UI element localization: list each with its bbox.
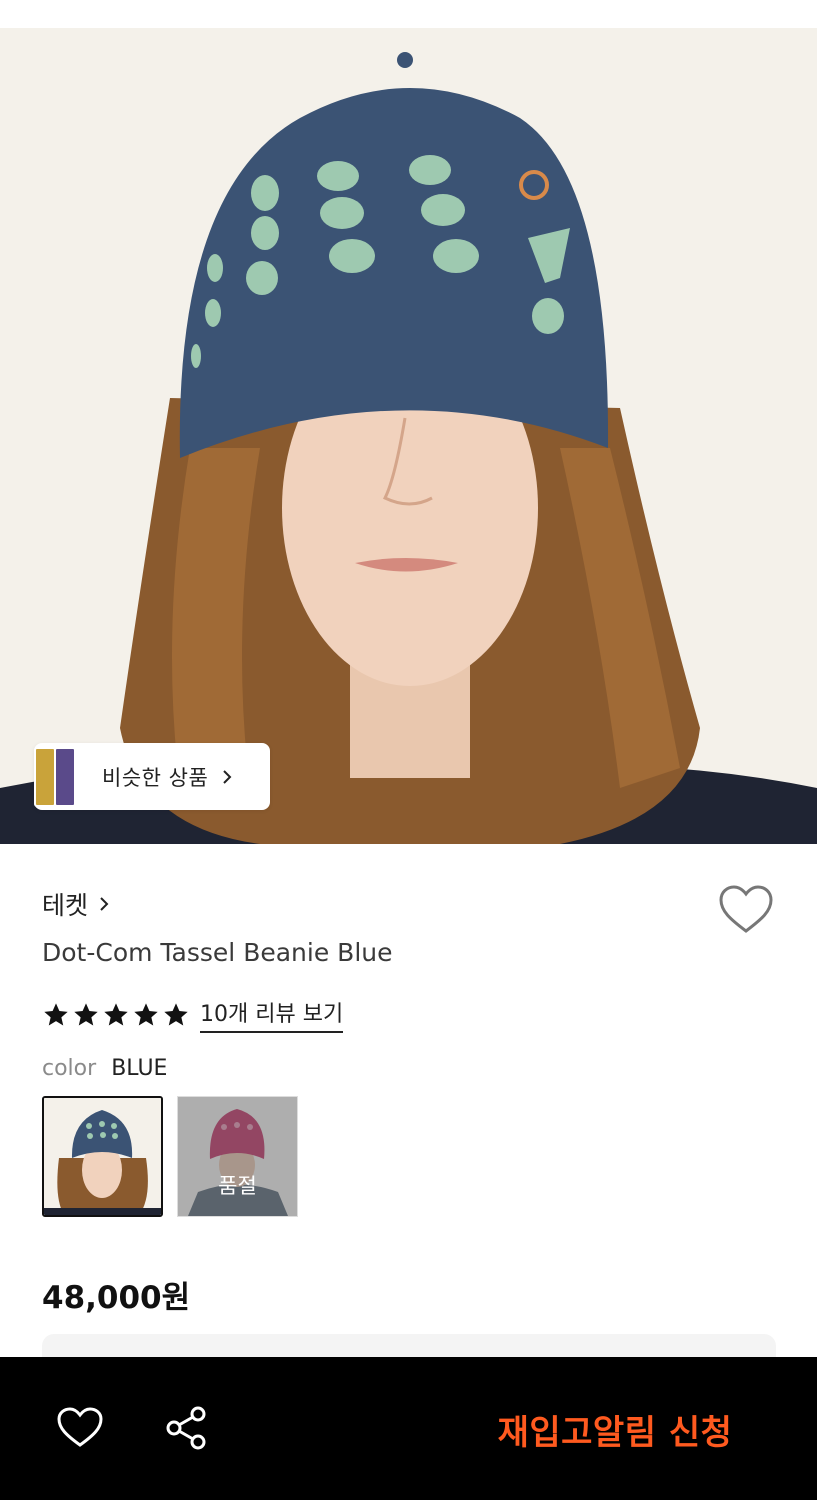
similar-thumbnails: [34, 743, 78, 810]
swatch-blue-image: [44, 1098, 161, 1215]
star-icon: [134, 1002, 158, 1025]
heart-icon[interactable]: [57, 1407, 103, 1449]
similar-products-button[interactable]: 비슷한 상품: [34, 743, 270, 810]
rating-row: 10개 리뷰 보기: [42, 996, 344, 1033]
similar-products-label: 비슷한 상품: [102, 765, 209, 790]
product-photo: [0, 28, 817, 844]
share-icon[interactable]: [164, 1405, 210, 1451]
heart-icon[interactable]: [718, 884, 774, 936]
product-main-image[interactable]: [0, 28, 817, 844]
rating-stars: [42, 1001, 190, 1029]
product-price: 48,000원: [42, 1280, 191, 1316]
swatch-blue[interactable]: [42, 1096, 163, 1217]
star-icon: [164, 1002, 188, 1025]
color-swatches: 품절: [42, 1096, 298, 1217]
star-icon: [44, 1002, 68, 1025]
similar-thumb: [54, 747, 76, 807]
star-icon: [74, 1002, 98, 1025]
restock-alert-button[interactable]: 재입고알림 신청: [470, 1401, 760, 1457]
chevron-right-icon: [100, 897, 109, 911]
sold-out-label: 품절: [218, 1174, 257, 1198]
color-option-row: color BLUE: [42, 1056, 167, 1081]
review-link[interactable]: 10개 리뷰 보기: [200, 996, 344, 1033]
color-value: BLUE: [111, 1056, 168, 1081]
brand-name: 테켓: [42, 891, 89, 920]
product-title: Dot-Com Tassel Beanie Blue: [42, 938, 393, 967]
similar-thumb: [34, 747, 56, 807]
swatch-pink[interactable]: 품절: [177, 1096, 298, 1217]
color-key: color: [42, 1056, 97, 1081]
chevron-right-icon: [223, 769, 232, 784]
bottom-action-bar: 재입고알림 신청: [0, 1357, 817, 1500]
star-icon: [104, 1002, 128, 1025]
brand-link[interactable]: 테켓: [42, 886, 110, 922]
